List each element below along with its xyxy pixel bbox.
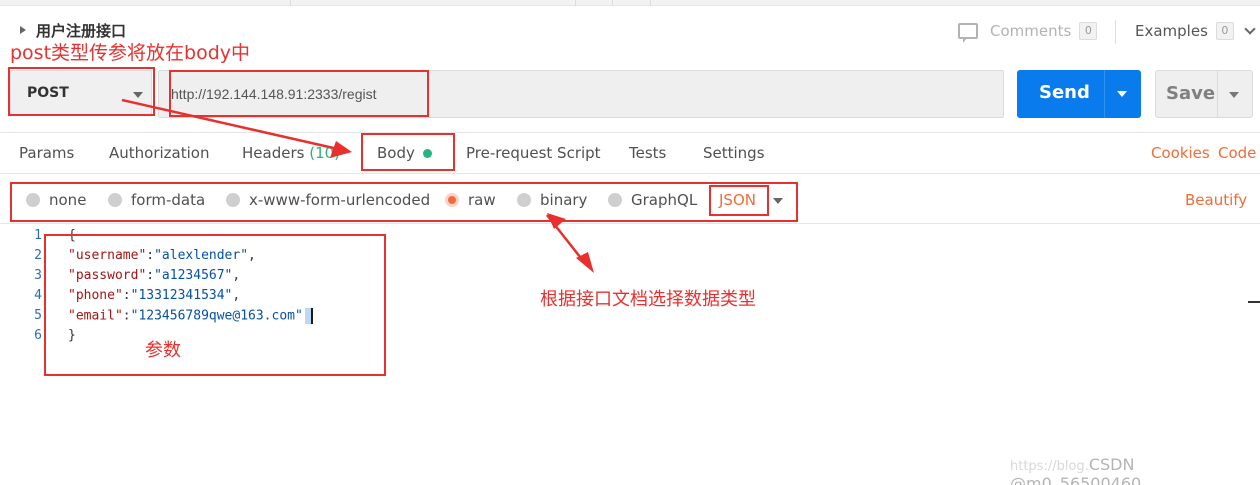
annotation-doc-note: 根据接口文档选择数据类型 [540,289,756,310]
arrow-line-to-body [121,98,339,151]
arrow-head-to-raw [547,213,566,229]
arrow-head-to-body [330,141,352,158]
annotation-post-note: post类型传参将放在body中 [10,42,251,64]
annotation-params-note: 参数 [145,340,181,361]
watermark: https://blog.CSDN @m0_56500460 [1010,455,1260,485]
watermark-faint: https://blog. [1010,459,1089,474]
annotation-arrows [121,98,594,273]
